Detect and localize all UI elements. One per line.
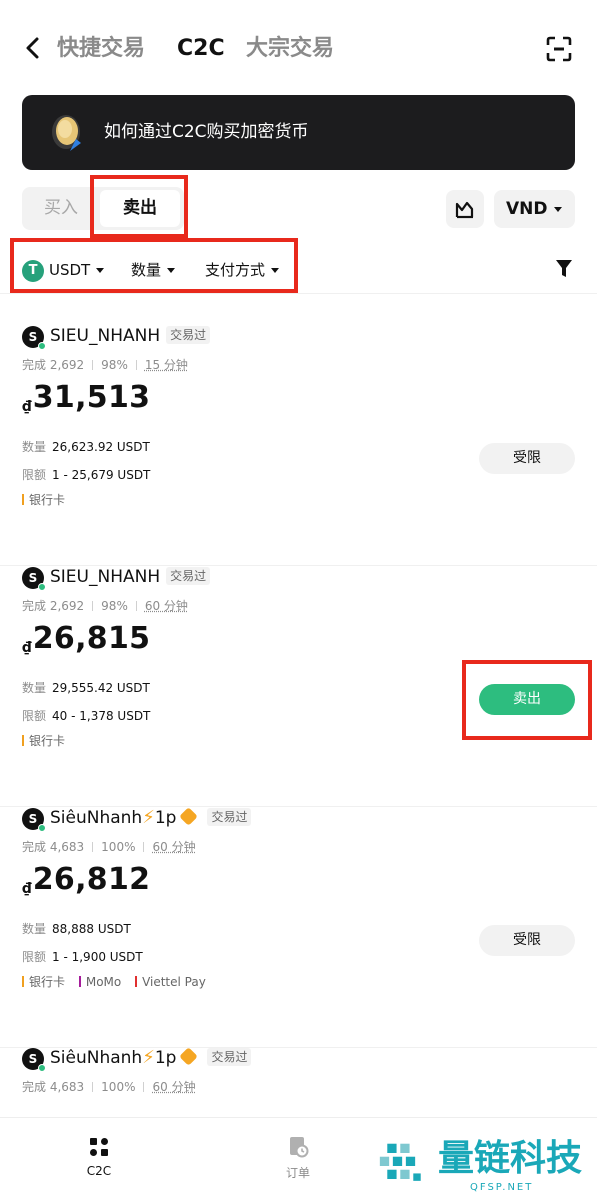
merchant-badge-icon [179,1047,199,1066]
traded-tag: 交易过 [166,567,211,585]
traded-tag: 交易过 [207,1048,252,1066]
watermark-url: QFSP.NET [470,1182,534,1193]
tab-block-trade[interactable]: 大宗交易 [246,34,334,64]
chevron-left-icon[interactable] [22,34,44,62]
merchant-suffix: 1p [154,808,177,828]
payment-methods: 银行卡 [22,491,75,508]
limit-line: 限额 40 - 1,378 USDT [22,709,151,723]
banner-text: 如何通过C2C购买加密货币 [104,122,309,142]
lightning-icon: ⚡ [142,807,155,828]
pay-time: 60 分钟 [152,1080,196,1094]
merchant-stats: 完成 2,692 98% 60 分钟 [22,597,188,614]
pay-time: 60 分钟 [152,840,196,854]
coin-icon [52,115,81,151]
merchant-name-text: SiêuNhanh [50,808,143,828]
watermark: 量链科技 QFSP.NET [378,1138,593,1198]
merchant-name-text: SiêuNhanh [50,1048,143,1068]
completion-rate: 100% [101,840,136,854]
merchant-badge-icon [179,807,199,826]
buy-tab[interactable]: 买入 [22,187,100,230]
merchant-name-text: SIEU_NHANH [50,567,161,587]
watermark-text: 量链科技 [438,1138,583,1179]
annotation-box-filters [10,238,298,293]
payment-methods: 银行卡 MoMo Viettel Pay [22,973,216,990]
merchant-name[interactable]: SIEU_NHANH 交易过 [50,324,211,348]
quantity-line: 数量 88,888 USDT [22,922,131,936]
c2c-icon [90,1138,108,1156]
price: ₫26,812 [22,862,150,898]
price-value: 26,812 [32,862,151,897]
avatar: S [22,1048,46,1072]
tab-quick-trade[interactable]: 快捷交易 [57,34,145,64]
filter-funnel-icon[interactable] [556,260,572,278]
restricted-button[interactable]: 受限 [479,925,575,956]
merchant-suffix: 1p [154,1048,177,1068]
caret-down-icon [553,206,562,212]
quantity-line: 数量 29,555.42 USDT [22,681,150,695]
merchant-stats: 完成 2,692 98% 15 分钟 [22,356,188,373]
watermark-logo-icon [379,1143,421,1181]
pay-time: 60 分钟 [144,599,188,613]
completed-count: 完成 4,683 [22,840,85,854]
price-value: 26,815 [32,621,151,656]
completed-count: 完成 2,692 [22,599,85,613]
restricted-button[interactable]: 受限 [479,443,575,474]
completed-count: 完成 2,692 [22,358,85,372]
top-header: 快捷交易 C2C 大宗交易 [0,0,597,96]
traded-tag: 交易过 [166,326,211,344]
pay-time: 15 分钟 [144,358,188,372]
nav-orders-label: 订单 [285,1166,310,1180]
fiat-currency-select[interactable]: VND [494,190,575,228]
online-dot [38,583,46,591]
online-dot [38,824,46,832]
lightning-icon: ⚡ [142,1047,155,1068]
currency-symbol: ₫ [22,399,32,415]
merchant-name[interactable]: SIEU_NHANH 交易过 [50,565,211,589]
guide-banner[interactable]: 如何通过C2C购买加密货币 [22,95,575,170]
nav-c2c[interactable]: C2C [59,1136,139,1178]
price-value: 31,513 [32,380,151,415]
orders-icon [290,1137,309,1158]
payment-methods: 银行卡 [22,732,75,749]
price-chart-button[interactable] [446,190,484,228]
tab-c2c[interactable]: C2C [177,34,225,64]
completed-count: 完成 4,683 [22,1080,85,1094]
fiat-label: VND [506,199,548,219]
currency-symbol: ₫ [22,881,32,897]
quantity-line: 数量 26,623.92 USDT [22,440,150,454]
avatar: S [22,567,46,591]
completion-rate: 100% [101,1080,136,1094]
ad-card[interactable]: S SiêuNhanh⚡1p 交易过 完成 4,683 100% 60 分钟 [0,1046,597,1118]
online-dot [38,1064,46,1072]
merchant-stats: 完成 4,683 100% 60 分钟 [22,1078,196,1095]
avatar: S [22,808,46,832]
ad-card[interactable]: S SiêuNhanh⚡1p 交易过 完成 4,683 100% 60 分钟 ₫26,… [0,806,597,1048]
price: ₫31,513 [22,380,150,416]
annotation-box-sell-tab [90,175,188,238]
merchant-name[interactable]: SiêuNhanh⚡1p 交易过 [50,806,252,830]
scan-icon[interactable] [546,36,572,62]
avatar: S [22,326,46,350]
traded-tag: 交易过 [207,808,252,826]
limit-line: 限额 1 - 25,679 USDT [22,468,151,482]
completion-rate: 98% [101,358,128,372]
chart-icon [455,201,474,219]
online-dot [38,342,46,350]
merchant-stats: 完成 4,683 100% 60 分钟 [22,838,196,855]
limit-line: 限额 1 - 1,900 USDT [22,950,143,964]
ad-card[interactable]: S SIEU_NHANH 交易过 完成 2,692 98% 15 分钟 ₫31,513… [0,326,597,566]
completion-rate: 98% [101,599,128,613]
nav-c2c-label: C2C [86,1164,112,1178]
merchant-name[interactable]: SiêuNhanh⚡1p 交易过 [50,1046,252,1070]
nav-orders[interactable]: 订单 [258,1136,338,1181]
annotation-box-sell-button [462,660,592,740]
merchant-name-text: SIEU_NHANH [50,326,161,346]
currency-symbol: ₫ [22,640,32,656]
price: ₫26,815 [22,621,150,657]
